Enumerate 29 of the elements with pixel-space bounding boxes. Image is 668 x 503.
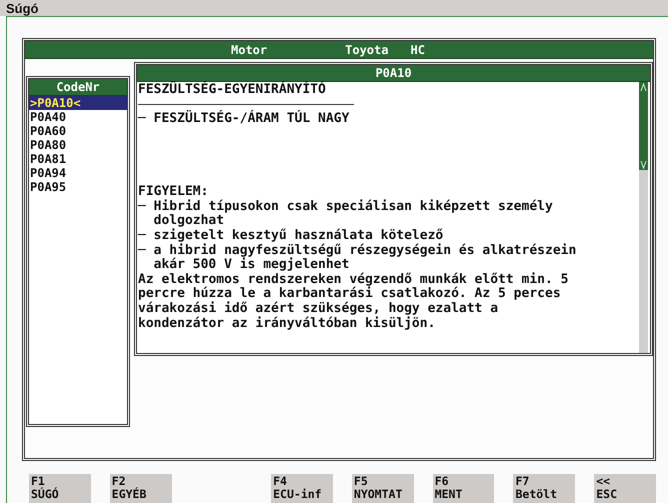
scrollbar[interactable] xyxy=(639,82,648,353)
warning-title: FIGYELEM: xyxy=(138,185,210,200)
fault-heading: FESZÜLTSÉG-EGYENIRÁNYÍTÓ xyxy=(138,83,327,98)
scroll-thumb[interactable] xyxy=(639,82,648,170)
code-item[interactable]: P0A80 xyxy=(29,138,127,152)
symptom-text: ─ FESZÜLTSÉG-/ÁRAM TÚL NAGY xyxy=(138,112,350,126)
window-title: Súgó xyxy=(0,0,668,16)
function-key[interactable]: F5 NYOMTAT xyxy=(352,474,414,503)
code-item[interactable]: P0A81 xyxy=(29,152,127,166)
engine-label: HC xyxy=(410,42,425,56)
make-label: Toyota xyxy=(345,42,388,56)
warning-text: ─ Hibrid típusokon csak speciálisan kiképzett személy dolgozhat xyxy=(138,200,554,228)
function-key[interactable]: F2 EGYÉB xyxy=(110,474,172,503)
detail-header: P0A10 xyxy=(137,65,650,82)
warning-text: ─ a hibrid nagyfeszültségű részegységein és alkatrészein akár 500 V is megjelenhet xyxy=(138,244,578,272)
list-header: CodeNr xyxy=(29,79,127,96)
function-key[interactable]: F4 ECU-inf xyxy=(271,474,333,503)
warning-text: ─ szigetelt kesztyű használata kötelező xyxy=(138,228,444,243)
code-item[interactable]: P0A94 xyxy=(29,166,127,180)
code-item[interactable]: >P0A10< xyxy=(29,96,127,110)
function-key[interactable]: F6 MENT xyxy=(432,474,494,503)
code-item[interactable]: P0A95 xyxy=(29,180,127,194)
code-item[interactable]: P0A40 xyxy=(29,110,127,124)
system-label: Motor xyxy=(231,42,268,56)
note-text: Az elektromos rendszereken végzendő munkák előtt min. 5 percre húzza le a karbantarási csatlakozó. Az 5 perces várakozási idő azért szükséges, hogy ezalatt a kondenzátor az irányváltóban kisüljön. xyxy=(138,272,570,332)
function-key[interactable]: F7 Betölt xyxy=(513,474,576,503)
function-key[interactable]: F1 SÚGÓ xyxy=(29,474,91,503)
function-key[interactable]: << ESC xyxy=(594,474,656,503)
code-item[interactable]: P0A60 xyxy=(29,124,127,138)
